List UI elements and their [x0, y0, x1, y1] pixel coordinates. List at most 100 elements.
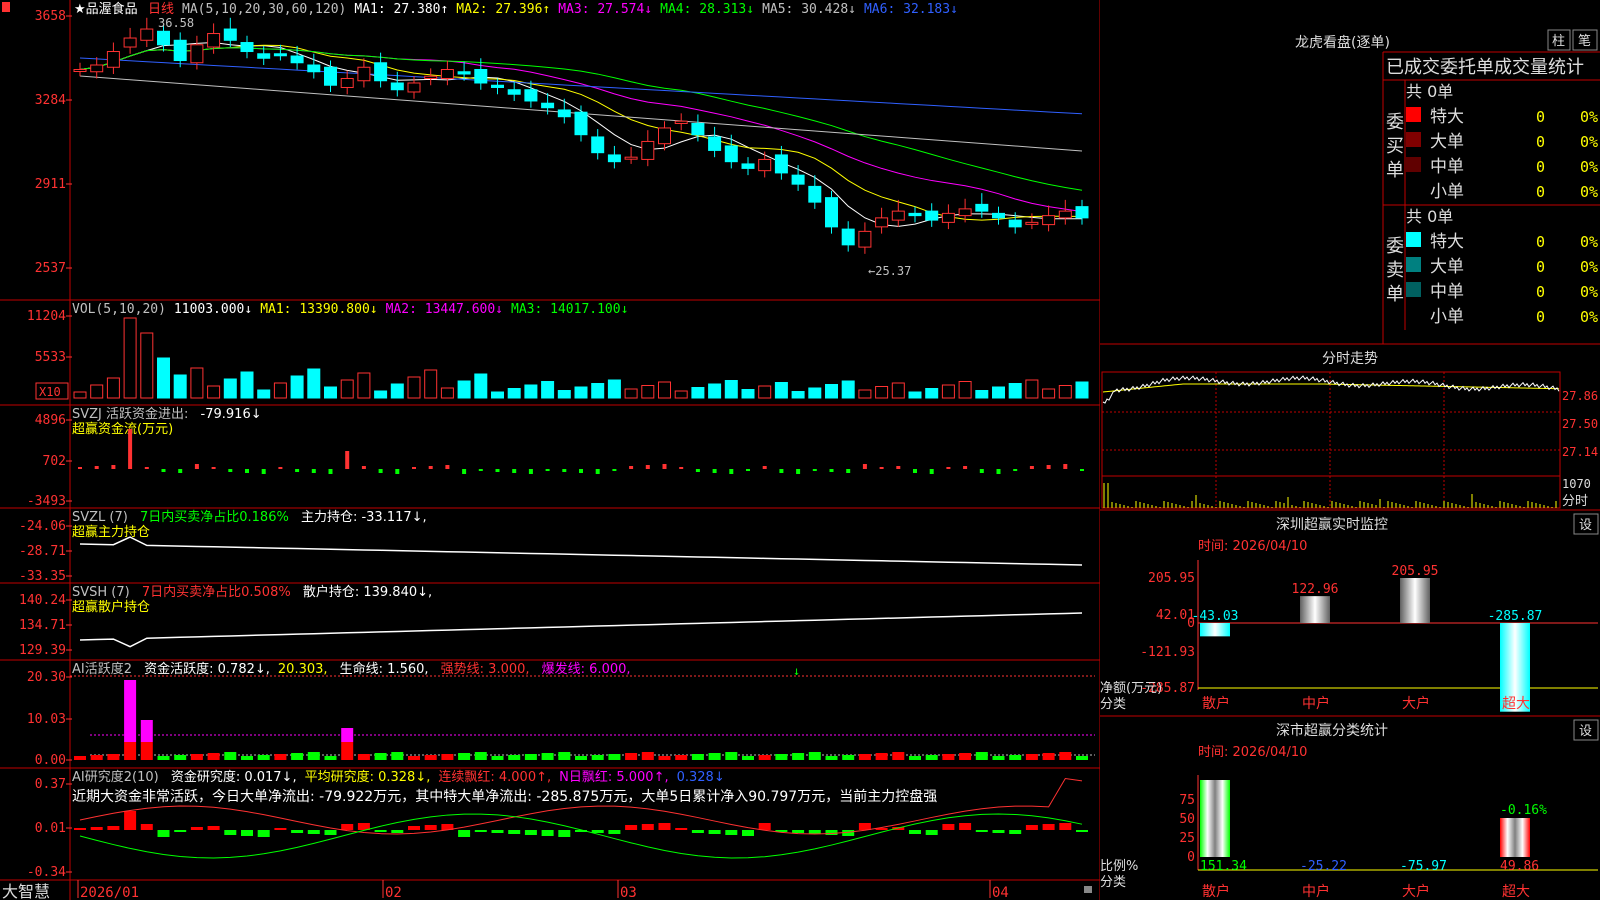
classify-category: 超大	[1502, 884, 1530, 900]
axis-tick-label: 129.39	[19, 643, 66, 658]
volume-bar	[591, 383, 605, 399]
candle-body	[941, 212, 955, 223]
candle-body	[73, 69, 87, 73]
sell-rows: 特大 0 0% 大单 0 0% 中单 0 0% 小单 0 0%	[1406, 232, 1598, 327]
flow-bar	[913, 469, 917, 473]
right-panel[interactable]: 龙虎看盘(逐单) 柱 笔 已成交委托单成交量统计 共 0单 共 0单 委买单 委…	[1100, 0, 1600, 900]
research-bar	[157, 830, 170, 837]
research-bar	[174, 830, 187, 832]
monitor-bar	[1300, 596, 1330, 623]
row-name: 特大	[1430, 107, 1464, 127]
row-pct: 0%	[1580, 158, 1598, 176]
activity-bar	[959, 753, 972, 760]
activity-bar	[508, 755, 521, 760]
flow-bar	[144, 467, 149, 469]
flow-bar	[796, 469, 801, 474]
monitor-panel[interactable]: 深圳超赢实时监控 设 时间: 2026/04/10 205.9542.010-1…	[1100, 513, 1599, 712]
flow-bar	[395, 469, 400, 474]
flow-bar	[412, 467, 416, 469]
vol-header: VOL(5,10,20) 11003.000↓ MA1: 13390.800↓ MA2…	[72, 302, 628, 317]
flow-bar	[478, 469, 483, 471]
activity-bar	[291, 753, 304, 760]
header-item: AI活跃度2	[72, 661, 136, 677]
candlesticks[interactable]	[73, 17, 1089, 254]
axis-tick-label: -28.71	[19, 544, 66, 559]
row-value: 0	[1536, 133, 1545, 151]
main-chart-area[interactable]: ★品渥食品 日线 MA(5,10,20,30,60,120) MA1: 27.38…	[0, 0, 1100, 900]
dragon-tiger-panel: 龙虎看盘(逐单) 柱 笔 已成交委托单成交量统计 共 0单 共 0单 委买单 委…	[1295, 29, 1598, 327]
research-bar	[691, 830, 704, 833]
ai-activity-panel[interactable]: AI活跃度2 资金活跃度: 0.782↓, 20.303, 生命线: 1.560,…	[27, 661, 1095, 768]
research-bar	[792, 830, 805, 833]
flow-bar	[462, 469, 467, 474]
intraday-panel[interactable]: 分时走势 27.86 27.50 27.14 1070 分时	[1101, 351, 1598, 509]
axis-tick-label: 4896	[35, 413, 66, 428]
candle-body	[357, 66, 371, 82]
research-bar	[992, 830, 1005, 833]
svzj-axis: 4896 702 -3493	[27, 413, 72, 509]
period-label[interactable]: 日线	[148, 2, 174, 17]
flow-bar	[361, 466, 366, 469]
research-bar	[541, 830, 554, 836]
candle-body	[157, 30, 170, 46]
classify-value: 49.86	[1500, 859, 1539, 874]
row-pct: 0%	[1580, 108, 1598, 126]
monitor-axis-label: -121.93	[1140, 645, 1195, 660]
flow-bar	[779, 469, 784, 473]
flow-bar	[679, 467, 684, 469]
volume-bar	[491, 391, 504, 399]
candle-body	[1075, 206, 1089, 219]
volume-bar	[975, 390, 989, 399]
classify-axis-label: 50	[1179, 812, 1195, 827]
row-name: 大单	[1430, 132, 1464, 152]
svsh-panel[interactable]: SVSH (7) 7日内买卖净占比0.508% 散户持仓: 139.840↓, …	[19, 584, 1083, 658]
volume-panel[interactable]: VOL(5,10,20) 11003.000↓ MA1: 13390.800↓ MA2…	[27, 302, 1089, 400]
activity-bar	[909, 756, 921, 760]
row-pct: 0%	[1580, 308, 1598, 326]
volume-bar	[724, 380, 738, 399]
flow-bar	[78, 467, 82, 469]
volume-bar	[190, 367, 204, 399]
volume-bar	[691, 387, 705, 399]
header-item: MA1: 27.380↑	[354, 2, 448, 17]
candle-body	[190, 44, 204, 64]
candle-body	[908, 212, 922, 217]
activity-bar	[341, 742, 354, 760]
activity-bar	[391, 752, 404, 760]
research-bar	[391, 830, 404, 833]
stock-name[interactable]: ★品渥食品	[74, 1, 138, 17]
flow-bar	[512, 469, 517, 473]
price-panel[interactable]: ★品渥食品 日线 MA(5,10,20,30,60,120) MA1: 27.38…	[2, 1, 1089, 278]
classify-axis-label: 25	[1179, 831, 1195, 846]
ai-research-panel[interactable]: AI研究度2(10) 资金研究度: 0.017↓, 平均研究度: 0.328↓, 连…	[27, 769, 1088, 880]
flow-bar	[812, 469, 817, 471]
lock-icon[interactable]	[1084, 886, 1092, 893]
flow-bar	[295, 469, 300, 472]
candle-body	[257, 53, 271, 59]
classify-value: -25.22	[1300, 859, 1347, 874]
axis-tick-label: 2537	[35, 261, 66, 276]
flow-bar	[1046, 465, 1051, 469]
activity-bar	[1025, 754, 1038, 760]
monitor-chart: 205.9542.010-121.93-285.87-43.03散户122.96…	[1140, 560, 1598, 712]
volume-bar	[157, 357, 170, 399]
classify-panel[interactable]: 深市超赢分类统计 设 时间: 2026/04/10 75 50 25 0 -0.16% 1…	[1100, 719, 1599, 900]
axis-tick-label: 134.71	[19, 618, 66, 633]
research-bar	[90, 827, 103, 830]
svzl-panel[interactable]: SVZL (7) 7日内买卖净占比0.186% 主力持仓: -33.117↓, …	[19, 509, 1083, 584]
header-item: MA2: 13447.600↓	[386, 302, 503, 317]
candle-body	[641, 140, 655, 160]
candle-body	[106, 51, 120, 68]
activity-bar	[424, 755, 437, 760]
dragon-subtitle: 已成交委托单成交量统计	[1386, 57, 1584, 78]
row-name: 中单	[1430, 282, 1464, 302]
svzj-panel[interactable]: SVZJ 活跃资金进出: -79.916↓ 超赢资金流(万元) 4896 702 -…	[27, 406, 1084, 509]
flow-bar	[963, 466, 968, 469]
legend-swatch	[1406, 232, 1421, 247]
candle-body	[674, 120, 688, 124]
flow-bar	[278, 467, 283, 469]
candle-body	[975, 203, 989, 212]
research-bar	[1009, 830, 1022, 834]
row-pct: 0%	[1580, 183, 1598, 201]
research-bar	[374, 830, 387, 832]
